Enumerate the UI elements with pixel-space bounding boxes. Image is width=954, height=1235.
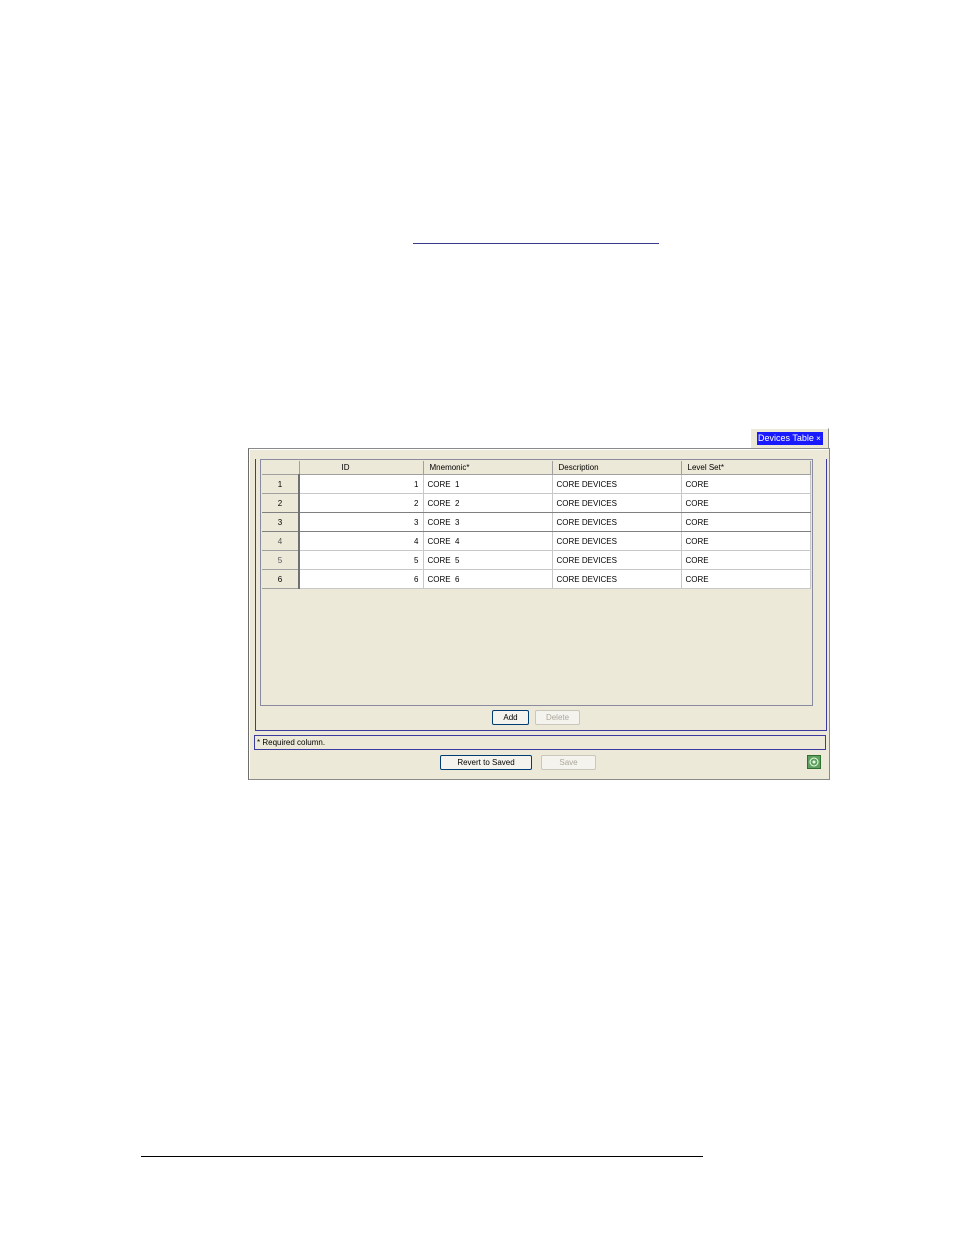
cell-level-set[interactable]: CORE [681,493,811,513]
cell-mnemonic[interactable]: CORE 2 [423,493,553,513]
cell-level-set[interactable]: CORE [681,569,811,589]
cell-level-set[interactable]: CORE [681,474,811,494]
table-row[interactable]: 3 3 CORE 3 CORE DEVICES CORE [262,512,811,532]
table-row[interactable]: 2 2 CORE 2 CORE DEVICES CORE [262,493,811,513]
cell-mnemonic[interactable]: CORE 5 [423,550,553,570]
save-button[interactable]: Save [541,755,596,770]
cell-description[interactable]: CORE DEVICES [552,550,682,570]
cell-level-set[interactable]: CORE [681,531,811,551]
column-header-level-set[interactable]: Level Set* [681,461,811,475]
column-header-id[interactable]: ID [299,461,424,475]
tab-label: Devices Table × [757,432,823,445]
devices-table: ID Mnemonic* Description Level Set* 1 1 … [262,461,811,589]
revert-to-saved-button[interactable]: Revert to Saved [440,755,532,770]
table-panel: ID Mnemonic* Description Level Set* 1 1 … [255,459,827,731]
cell-description[interactable]: CORE DEVICES [552,493,682,513]
column-header-rownum [262,461,300,475]
table-row[interactable]: 6 6 CORE 6 CORE DEVICES CORE [262,569,811,589]
row-number[interactable]: 6 [262,569,300,589]
row-number[interactable]: 2 [262,493,300,513]
delete-button[interactable]: Delete [535,710,580,725]
cell-description[interactable]: CORE DEVICES [552,474,682,494]
cell-level-set[interactable]: CORE [681,550,811,570]
required-note-text: * Required column. [257,738,326,747]
add-button[interactable]: Add [492,710,529,725]
cell-id[interactable]: 3 [299,512,424,532]
row-number[interactable]: 4 [262,531,300,551]
cell-description[interactable]: CORE DEVICES [552,531,682,551]
table-row[interactable]: 4 4 CORE 4 CORE DEVICES CORE [262,531,811,551]
cell-id[interactable]: 6 [299,569,424,589]
cell-mnemonic[interactable]: CORE 3 [423,512,553,532]
top-link-underline [413,243,659,244]
cell-id[interactable]: 5 [299,550,424,570]
cell-mnemonic[interactable]: CORE 6 [423,569,553,589]
cell-mnemonic[interactable]: CORE 1 [423,474,553,494]
footer-rule [141,1156,703,1157]
column-header-mnemonic[interactable]: Mnemonic* [423,461,553,475]
help-icon[interactable] [807,755,821,769]
cell-description[interactable]: CORE DEVICES [552,512,682,532]
table-scroll-area[interactable]: ID Mnemonic* Description Level Set* 1 1 … [260,459,813,706]
row-number[interactable]: 1 [262,474,300,494]
column-header-description[interactable]: Description [552,461,682,475]
cell-mnemonic[interactable]: CORE 4 [423,531,553,551]
devices-table-window: ID Mnemonic* Description Level Set* 1 1 … [248,448,830,780]
tab-devices-table[interactable]: Devices Table × [750,428,829,448]
row-number[interactable]: 5 [262,550,300,570]
required-column-note: * Required column. [254,735,826,750]
tab-label-text: Devices Table [758,433,814,443]
table-row[interactable]: 5 5 CORE 5 CORE DEVICES CORE [262,550,811,570]
cell-id[interactable]: 4 [299,531,424,551]
cell-level-set[interactable]: CORE [681,512,811,532]
cell-id[interactable]: 1 [299,474,424,494]
help-icon-glyph [809,757,819,767]
table-row[interactable]: 1 1 CORE 1 CORE DEVICES CORE [262,474,811,494]
table-header-row: ID Mnemonic* Description Level Set* [262,461,811,475]
cell-id[interactable]: 2 [299,493,424,513]
cell-description[interactable]: CORE DEVICES [552,569,682,589]
row-number[interactable]: 3 [262,512,300,532]
close-icon[interactable]: × [814,432,823,445]
